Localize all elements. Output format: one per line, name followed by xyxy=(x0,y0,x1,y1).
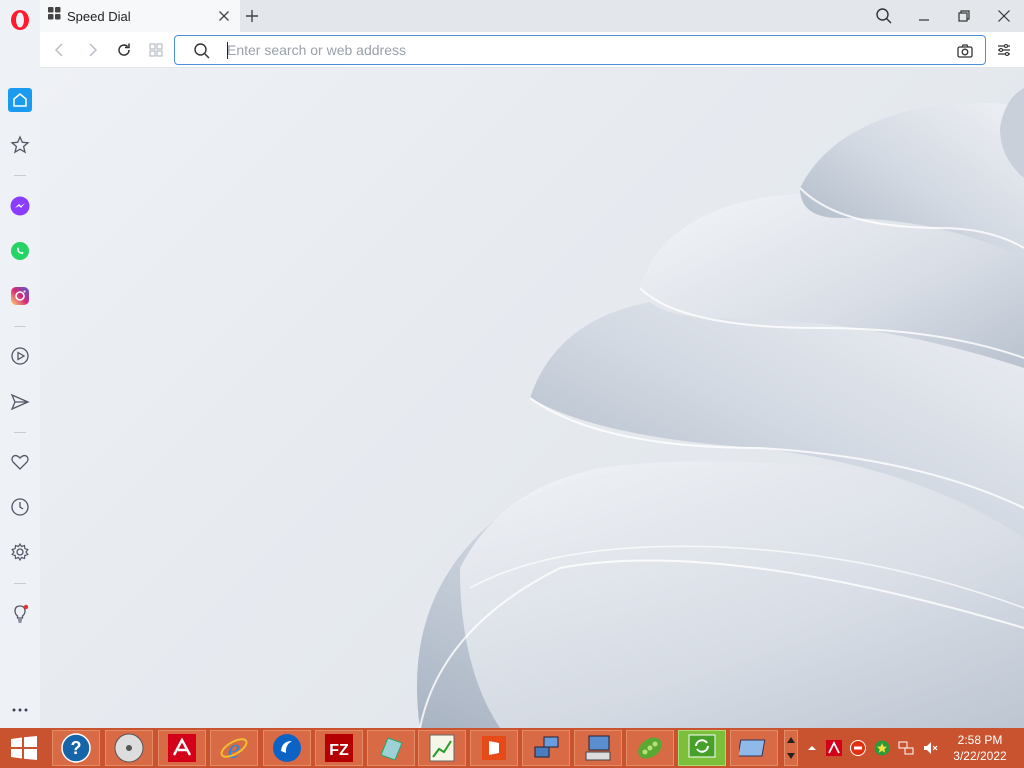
start-button[interactable] xyxy=(0,728,48,768)
svg-text:?: ? xyxy=(71,738,82,758)
easy-setup-icon[interactable] xyxy=(994,40,1014,60)
lightbulb-icon[interactable] xyxy=(8,602,32,626)
search-tabs-icon[interactable] xyxy=(872,4,896,28)
chart-app-icon[interactable] xyxy=(418,730,466,766)
address-bar[interactable] xyxy=(174,35,986,65)
tab-strip: Speed Dial xyxy=(40,0,1024,32)
speed-dial-background xyxy=(40,68,1024,728)
close-icon[interactable] xyxy=(216,8,232,24)
speed-dial-icon xyxy=(48,7,61,25)
instagram-icon[interactable] xyxy=(8,284,32,308)
camera-icon[interactable] xyxy=(955,41,975,66)
stop-tray-icon[interactable] xyxy=(850,740,866,756)
avira-icon[interactable] xyxy=(158,730,206,766)
home-icon[interactable] xyxy=(8,88,32,112)
messenger-icon[interactable] xyxy=(8,194,32,218)
sidebar xyxy=(0,0,40,728)
more-icon[interactable] xyxy=(8,696,32,720)
taskbar-scroll-icon[interactable] xyxy=(784,730,798,766)
whatsapp-icon[interactable] xyxy=(8,239,32,263)
keyboard-icon[interactable] xyxy=(574,730,622,766)
svg-text:e: e xyxy=(228,734,240,763)
taskbar: ? e FZ 2:58 PM 3/22/2022 xyxy=(0,728,1024,768)
clock-date: 3/22/2022 xyxy=(953,749,1007,763)
system-clock[interactable]: 2:58 PM 3/22/2022 xyxy=(944,732,1016,764)
address-input[interactable] xyxy=(227,40,927,60)
network-tray-icon[interactable] xyxy=(898,740,914,756)
clock-time: 2:58 PM xyxy=(957,733,1003,747)
eraser-icon[interactable] xyxy=(367,730,415,766)
infrarecorder-icon[interactable] xyxy=(105,730,153,766)
blue-app-icon[interactable] xyxy=(263,730,311,766)
window-close-icon[interactable] xyxy=(992,4,1016,28)
toolbar xyxy=(40,32,1024,68)
restore-icon[interactable] xyxy=(952,4,976,28)
gear-icon[interactable] xyxy=(8,540,32,564)
play-icon[interactable] xyxy=(8,344,32,368)
help-icon[interactable]: ? xyxy=(52,730,100,766)
send-icon[interactable] xyxy=(8,390,32,414)
svg-text:FZ: FZ xyxy=(329,742,349,759)
new-tab-button[interactable] xyxy=(242,6,262,26)
desktop: Speed Dial Enter search or web address ?… xyxy=(0,0,1024,768)
show-hidden-icons-icon[interactable] xyxy=(804,740,820,756)
heart-icon[interactable] xyxy=(8,450,32,474)
clock-icon[interactable] xyxy=(8,495,32,519)
shield-tray-icon[interactable] xyxy=(874,740,890,756)
forward-icon[interactable] xyxy=(82,40,102,60)
star-icon[interactable] xyxy=(8,133,32,157)
speed-dial-grid-icon[interactable] xyxy=(146,40,166,60)
network-icon[interactable] xyxy=(522,730,570,766)
filezilla-icon[interactable]: FZ xyxy=(315,730,363,766)
text-caret xyxy=(227,42,228,59)
back-icon[interactable] xyxy=(50,40,70,60)
window-app-icon[interactable] xyxy=(730,730,778,766)
office-icon[interactable] xyxy=(470,730,518,766)
search-icon xyxy=(193,42,211,65)
minimize-icon[interactable] xyxy=(912,4,936,28)
tab-speed-dial[interactable]: Speed Dial xyxy=(40,0,240,32)
tab-title: Speed Dial xyxy=(67,8,131,24)
avira-tray-icon[interactable] xyxy=(826,740,842,756)
reload-icon[interactable] xyxy=(114,40,134,60)
ie-icon[interactable]: e xyxy=(210,730,258,766)
peapod-icon[interactable] xyxy=(626,730,674,766)
opera-menu-icon[interactable] xyxy=(8,8,32,32)
volume-muted-icon[interactable] xyxy=(922,740,938,756)
sync-icon[interactable] xyxy=(678,730,726,766)
